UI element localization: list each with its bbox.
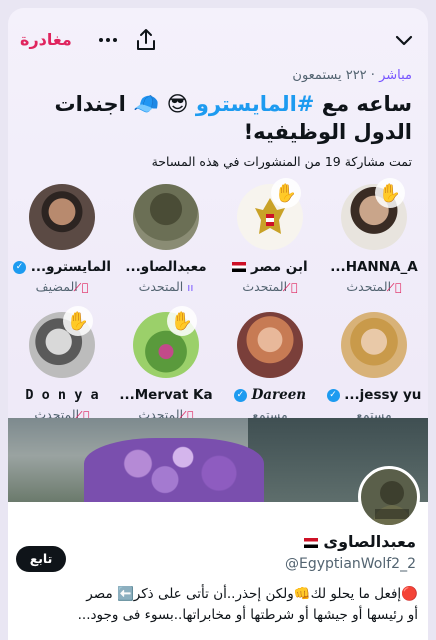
participant[interactable]: Dareen ✓ مستمع [218, 312, 322, 424]
bio-line: أو رئيسها أو جيشها أو شرطتها أو مخابراته… [77, 607, 418, 623]
profile-bio: 🔴إفعل ما يحلو لك👊ولكن إحذر..أن تأتى على … [14, 584, 418, 626]
leave-button[interactable]: مغادرة [20, 30, 72, 49]
mic-off-icon: 🎙̸ [291, 281, 298, 294]
share-icon[interactable] [132, 26, 160, 54]
profile-avatar[interactable] [358, 466, 420, 528]
participant-role: المتحدث [346, 279, 392, 294]
more-icon[interactable] [94, 26, 122, 54]
avatar: ✋ [133, 306, 199, 378]
egypt-flag-icon [232, 262, 247, 272]
participant-name: jessy yu... ✓ [322, 386, 426, 404]
participant[interactable]: ✋ Mervat Ka... 🎙̸ المتحدث [114, 306, 218, 424]
verified-badge-icon: ✓ [326, 388, 340, 402]
participant-name: HANNA_A... [330, 259, 418, 275]
raised-hand-icon: ✋ [63, 306, 93, 336]
space-status: مباشر · ٢٢٢ يستمعون [292, 68, 412, 83]
participant-name: معبدالصاو... [125, 259, 207, 275]
raised-hand-icon: ✋ [271, 178, 301, 208]
avatar: ✋ [237, 178, 303, 250]
speaking-icon: ıı [187, 281, 194, 294]
participant-name: Dareen ✓ [218, 386, 322, 404]
space-sheet: مغادرة مباشر · ٢٢٢ يستمعون ساعه مع #الما… [8, 8, 428, 640]
participant-name: ابن مصر [218, 258, 322, 276]
space-title: ساعه مع #المايسترو 😎 🧢 اجندات الدول الوظ… [12, 90, 413, 146]
follow-button[interactable]: تابع [16, 546, 66, 572]
verified-badge-icon: ✓ [233, 388, 247, 402]
profile-name: معبدالصاوى [303, 532, 416, 551]
participant-role: المضيف [35, 279, 78, 294]
participant-name: المايسترو... ✓ [10, 258, 114, 276]
avatar: ✋ [341, 178, 407, 250]
participant-role: المتحدث [138, 279, 184, 294]
participant-name: Mervat Ka... [119, 387, 213, 403]
participant[interactable]: ✋ HANNA_A... 🎙̸ المتحدث [322, 178, 426, 296]
title-text-1: ساعه مع [314, 92, 412, 116]
avatar [133, 184, 199, 250]
shared-posts-count[interactable]: تمت مشاركة 19 من المنشورات في هذه المساح… [152, 154, 412, 169]
verified-badge-icon: ✓ [12, 260, 26, 274]
raised-hand-icon: ✋ [375, 178, 405, 208]
chevron-down-icon[interactable] [392, 28, 416, 52]
listener-count: · ٢٢٢ يستمعون [292, 68, 375, 83]
title-hashtag[interactable]: #المايسترو [196, 92, 315, 116]
mic-off-icon: 🎙̸ [395, 281, 402, 294]
avatar [341, 312, 407, 378]
live-status: مباشر [379, 68, 412, 83]
participant[interactable]: ✋ D o n y a 🎙̸ المتحدث [10, 306, 114, 424]
profile-handle[interactable]: @EgyptianWolf2_2 [285, 556, 416, 572]
egypt-flag-icon [303, 537, 318, 548]
participant[interactable]: jessy yu... ✓ مستمع [322, 312, 426, 424]
space-topbar: مغادرة [8, 8, 428, 66]
mic-off-icon: 🎙̸ [81, 281, 89, 294]
participant-name: D o n y a [25, 387, 99, 403]
avatar: ✋ [29, 306, 95, 378]
participant[interactable]: المايسترو... ✓ 🎙̸ المضيف [10, 184, 114, 296]
participant[interactable]: ✋ ابن مصر 🎙̸ المتحدث [218, 178, 322, 296]
avatar [237, 312, 303, 378]
raised-hand-icon: ✋ [167, 306, 197, 336]
participant-role: المتحدث [242, 279, 288, 294]
avatar [29, 184, 95, 250]
participant[interactable]: معبدالصاو... ıı المتحدث [114, 184, 218, 296]
bio-line: 🔴إفعل ما يحلو لك👊ولكن إحذر..أن تأتى على … [86, 586, 418, 602]
profile-card[interactable]: تابع معبدالصاوى @EgyptianWolf2_2 🔴إفعل م… [8, 418, 428, 640]
